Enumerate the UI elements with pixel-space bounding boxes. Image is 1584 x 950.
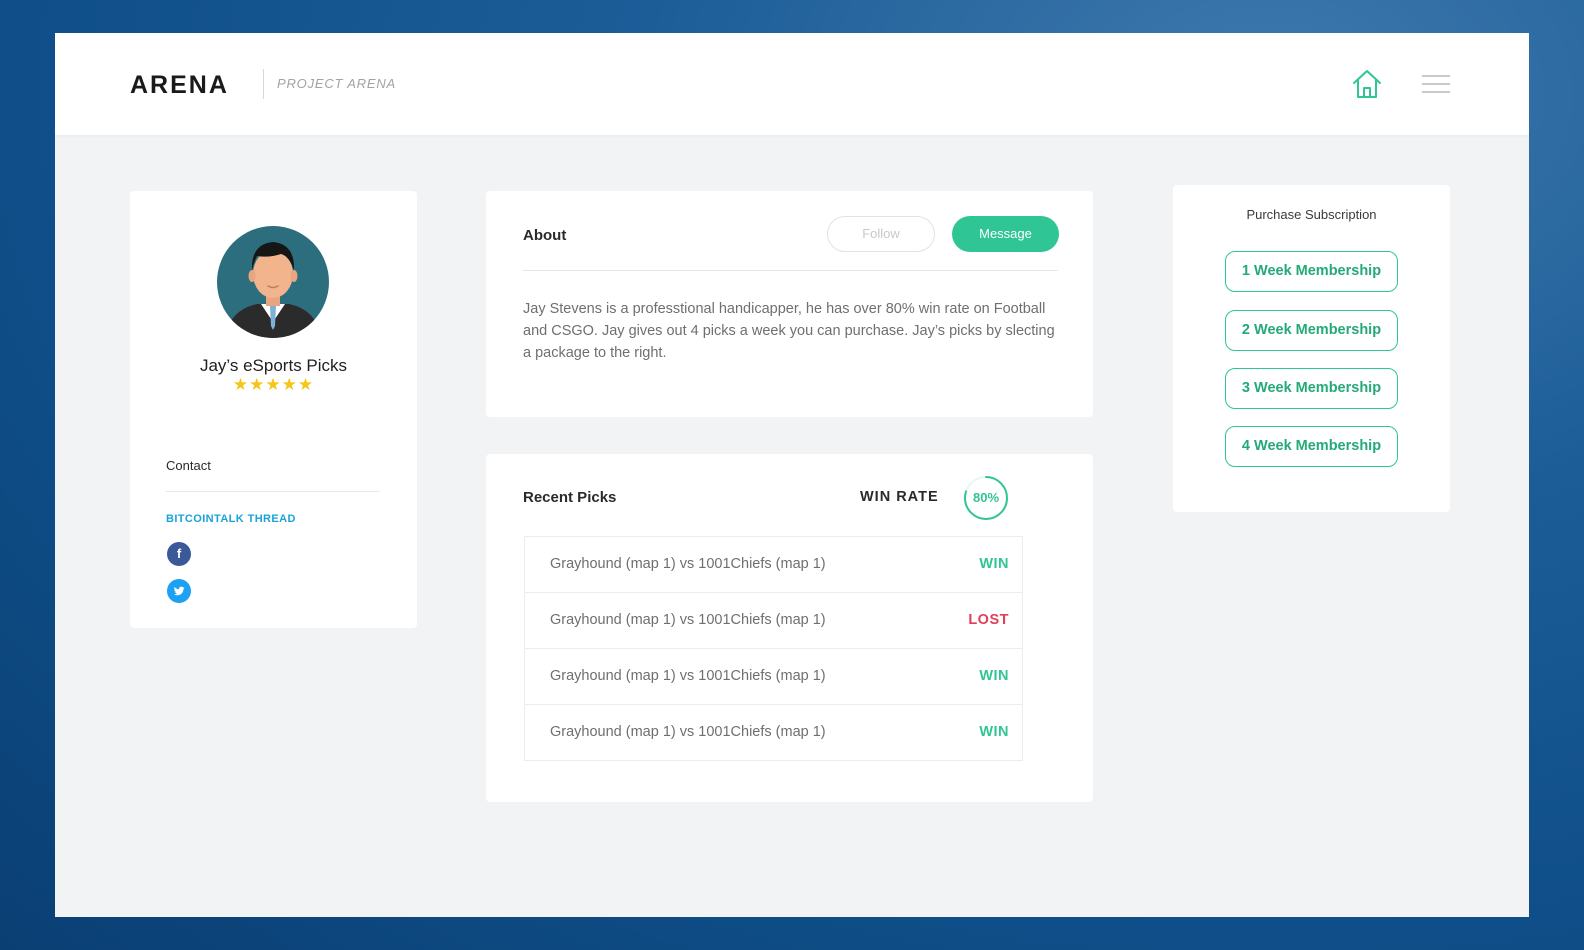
table-row[interactable]: Grayhound (map 1) vs 1001Chiefs (map 1) … <box>525 649 1022 705</box>
twitter-bird-icon <box>173 586 185 596</box>
membership-2-week-button[interactable]: 2 Week Membership <box>1225 310 1398 351</box>
home-icon[interactable] <box>1350 67 1384 101</box>
about-description: Jay Stevens is a professtional handicapp… <box>523 301 1055 361</box>
table-row[interactable]: Grayhound (map 1) vs 1001Chiefs (map 1) … <box>525 537 1022 593</box>
rating-stars: ★★★★★ <box>232 375 315 394</box>
win-rate-label: WIN RATE <box>860 489 939 505</box>
app-window: ARENA PROJECT ARENA Jay’s eSports Picks … <box>55 33 1529 917</box>
contact-divider <box>166 491 380 492</box>
about-card: About Follow Message Jay Stevens is a pr… <box>486 191 1093 417</box>
project-label: PROJECT ARENA <box>277 76 396 91</box>
menu-bar <box>1422 83 1450 85</box>
about-divider <box>523 270 1058 271</box>
subscription-title: Purchase Subscription <box>1246 207 1377 222</box>
membership-3-week-button[interactable]: 3 Week Membership <box>1225 368 1398 409</box>
hamburger-menu-icon[interactable] <box>1422 75 1450 95</box>
pick-match: Grayhound (map 1) vs 1001Chiefs (map 1) <box>550 612 826 628</box>
bitcointalk-thread-link[interactable]: BITCOINTALK THREAD <box>166 513 296 525</box>
membership-4-week-button[interactable]: 4 Week Membership <box>1225 426 1398 467</box>
twitter-icon[interactable] <box>167 579 191 603</box>
recent-picks-title: Recent Picks <box>523 489 617 506</box>
membership-1-week-button[interactable]: 1 Week Membership <box>1225 251 1398 292</box>
profile-name: Jay’s eSports Picks <box>199 356 348 375</box>
pick-result: WIN <box>979 724 1009 740</box>
about-title: About <box>523 227 567 244</box>
top-header: ARENA PROJECT ARENA <box>55 33 1529 135</box>
arena-logo[interactable]: ARENA <box>130 71 229 100</box>
pick-match: Grayhound (map 1) vs 1001Chiefs (map 1) <box>550 724 826 740</box>
table-row[interactable]: Grayhound (map 1) vs 1001Chiefs (map 1) … <box>525 593 1022 649</box>
pick-result: WIN <box>979 556 1009 572</box>
message-button[interactable]: Message <box>952 216 1059 252</box>
subscription-card: Purchase Subscription 1 Week Membership … <box>1173 185 1450 512</box>
avatar <box>217 226 329 338</box>
profile-card: Jay’s eSports Picks ★★★★★ Contact BITCOI… <box>130 191 417 628</box>
menu-bar <box>1422 75 1450 77</box>
recent-picks-card: Recent Picks WIN RATE 80% Grayhound (map… <box>486 454 1093 802</box>
pick-result: LOST <box>968 612 1009 628</box>
win-rate-value: 80% <box>972 490 1000 505</box>
table-row[interactable]: Grayhound (map 1) vs 1001Chiefs (map 1) … <box>525 705 1022 760</box>
follow-button[interactable]: Follow <box>827 216 935 252</box>
picks-table: Grayhound (map 1) vs 1001Chiefs (map 1) … <box>524 536 1023 761</box>
facebook-icon[interactable]: f <box>167 542 191 566</box>
pick-result: WIN <box>979 668 1009 684</box>
pick-match: Grayhound (map 1) vs 1001Chiefs (map 1) <box>550 668 826 684</box>
menu-bar <box>1422 91 1450 93</box>
logo-divider <box>263 69 264 99</box>
contact-label: Contact <box>166 458 211 473</box>
pick-match: Grayhound (map 1) vs 1001Chiefs (map 1) <box>550 556 826 572</box>
